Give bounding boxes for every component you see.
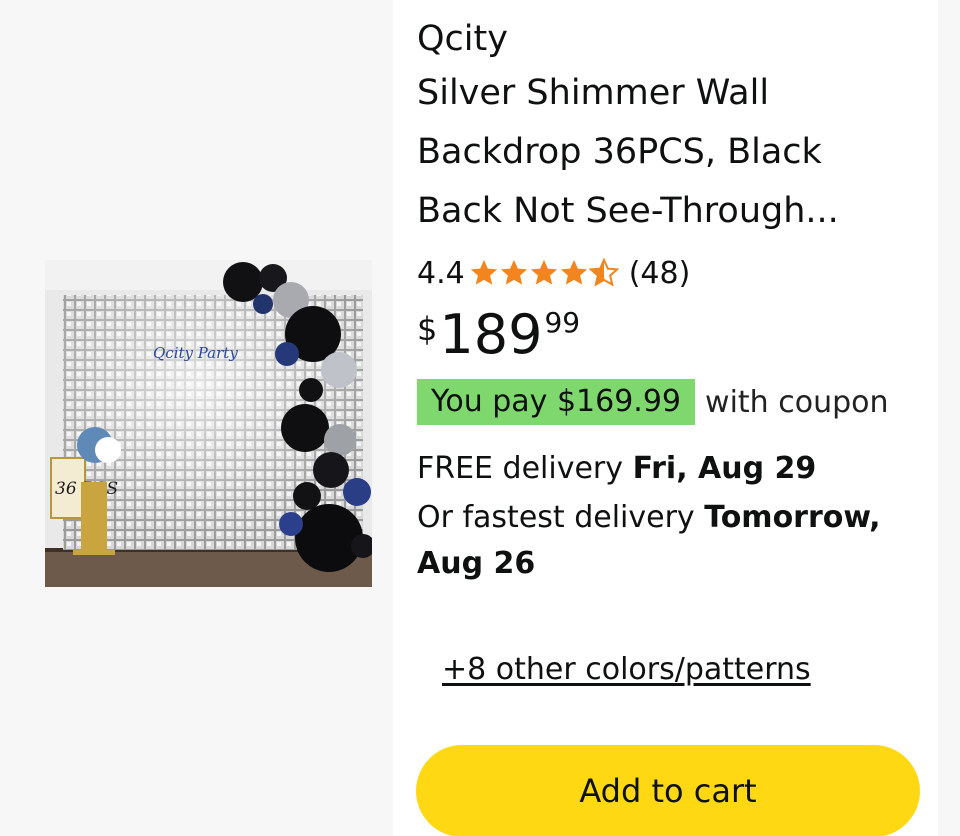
product-image[interactable]: Qcity Party 36 PCS: [45, 260, 372, 587]
review-count[interactable]: (48): [629, 256, 691, 291]
price-whole: 189: [439, 303, 543, 366]
rating-value: 4.4: [417, 255, 465, 291]
page-left-gutter: [0, 0, 22, 836]
other-colors-link[interactable]: +8 other colors/patterns: [442, 648, 811, 692]
brand-name[interactable]: Qcity: [417, 14, 927, 64]
price: $ 189 99: [417, 303, 927, 367]
svg-text:Qcity Party: Qcity Party: [153, 344, 238, 362]
coupon-suffix: with coupon: [705, 384, 889, 420]
star-half-icon: [588, 258, 619, 287]
star-icon: [500, 259, 527, 285]
add-to-cart-button[interactable]: Add to cart: [416, 745, 920, 836]
free-delivery-date: Fri, Aug 29: [632, 451, 817, 486]
star-rating: [469, 258, 619, 288]
price-fraction: 99: [544, 306, 581, 339]
free-delivery-prefix: FREE delivery: [417, 451, 633, 486]
coupon-badge: You pay $169.99: [417, 379, 696, 425]
backdrop-illustration: Qcity Party 36 PCS: [45, 260, 372, 587]
rating-row[interactable]: 4.4 (48): [417, 251, 927, 295]
star-icon: [560, 259, 587, 285]
product-title[interactable]: Silver Shimmer Wall Backdrop 36PCS, Blac…: [417, 64, 917, 241]
star-icon: [470, 259, 497, 285]
page-right-gutter: [938, 0, 960, 836]
coupon-row: You pay $169.99 with coupon: [417, 379, 927, 425]
product-info: Qcity Silver Shimmer Wall Backdrop 36PCS…: [417, 14, 927, 587]
price-symbol: $: [417, 310, 438, 348]
fastest-delivery: Or fastest delivery Tomorrow, Aug 26: [417, 495, 922, 587]
star-icon: [530, 259, 557, 285]
fastest-delivery-prefix: Or fastest delivery: [417, 500, 705, 535]
free-delivery: FREE delivery Fri, Aug 29: [417, 443, 922, 495]
